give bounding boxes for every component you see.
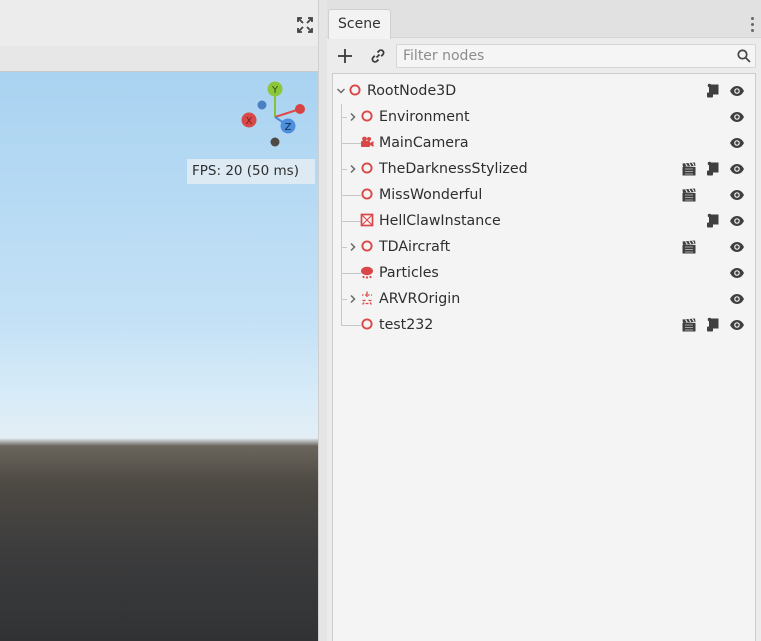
tree-branch-line xyxy=(341,117,347,118)
tree-branch-line xyxy=(341,143,361,144)
clapperboard-icon[interactable] xyxy=(681,187,697,203)
fps-counter: FPS: 20 (50 ms) xyxy=(187,159,315,184)
tree-branch-line xyxy=(341,169,347,170)
scene-dock: Scene RootNode3DEnvironmentMainCameraT xyxy=(327,0,761,641)
script-icon[interactable] xyxy=(705,83,721,99)
tree-node-row[interactable]: ARVROrigin xyxy=(333,286,755,312)
eye-icon[interactable] xyxy=(729,239,745,255)
eye-icon[interactable] xyxy=(729,161,745,177)
node3d-circle-icon xyxy=(360,161,374,175)
tree-branch-line xyxy=(341,325,361,326)
scene-tree: RootNode3D Environment MainCamera TheDarkne… xyxy=(332,73,756,641)
eye-icon[interactable] xyxy=(729,265,745,281)
tree-branch-line xyxy=(341,195,361,196)
viewport-toolbar xyxy=(0,0,318,46)
viewport-panel: X Y Z FPS: 20 (50 ms) xyxy=(0,0,318,641)
clapperboard-icon[interactable] xyxy=(681,317,697,333)
chevron-right-icon[interactable] xyxy=(348,294,358,304)
filter-nodes-input[interactable] xyxy=(403,45,723,67)
link-icon[interactable] xyxy=(368,46,388,66)
mesh-instance-icon xyxy=(360,213,374,227)
tree-node-row[interactable]: TDAircraft xyxy=(333,234,755,260)
tree-branch-line xyxy=(341,299,347,300)
chevron-down-icon[interactable] xyxy=(336,86,346,96)
tab-scene[interactable]: Scene xyxy=(328,9,391,39)
tree-node-row[interactable]: Environment xyxy=(333,104,755,130)
eye-icon[interactable] xyxy=(729,135,745,151)
3d-viewport[interactable]: X Y Z FPS: 20 (50 ms) xyxy=(0,71,318,641)
split-handle[interactable] xyxy=(318,0,327,641)
tree-node-row[interactable]: MissWonderful xyxy=(333,182,755,208)
node3d-circle-icon xyxy=(348,83,362,97)
dock-tab-bar: Scene xyxy=(327,0,761,39)
search-icon xyxy=(736,48,752,64)
tree-node-label: HellClawInstance xyxy=(379,213,501,229)
chevron-right-icon[interactable] xyxy=(348,112,358,122)
tree-node-row[interactable]: HellClawInstance xyxy=(333,208,755,234)
node3d-circle-icon xyxy=(360,109,374,123)
tree-node-label: RootNode3D xyxy=(367,83,457,99)
tree-branch-line xyxy=(341,247,347,248)
script-icon[interactable] xyxy=(705,317,721,333)
eye-icon[interactable] xyxy=(729,109,745,125)
node3d-circle-icon xyxy=(360,239,374,253)
tree-node-row[interactable]: MainCamera xyxy=(333,130,755,156)
chevron-right-icon[interactable] xyxy=(348,164,358,174)
tree-node-label: MissWonderful xyxy=(379,187,483,203)
chevron-right-icon[interactable] xyxy=(348,242,358,252)
tree-node-label: Particles xyxy=(379,265,439,281)
tree-node-row[interactable]: TheDarknessStylized xyxy=(333,156,755,182)
add-node-icon[interactable] xyxy=(335,46,355,66)
filter-field xyxy=(396,44,756,68)
arvr-origin-icon xyxy=(360,291,374,305)
tree-node-row[interactable]: RootNode3D xyxy=(333,78,755,104)
gizmo-z-label: Z xyxy=(285,122,292,133)
gizmo-y-label: Y xyxy=(271,85,279,96)
eye-icon[interactable] xyxy=(729,213,745,229)
gizmo-neg-x-handle xyxy=(295,104,305,114)
script-icon[interactable] xyxy=(705,161,721,177)
tree-branch-line xyxy=(341,273,361,274)
gizmo-x-label: X xyxy=(246,116,253,127)
eye-icon[interactable] xyxy=(729,187,745,203)
tree-node-label: ARVROrigin xyxy=(379,291,461,307)
expand-arrows-icon[interactable] xyxy=(296,16,314,34)
node3d-circle-icon xyxy=(360,187,374,201)
orientation-gizmo[interactable]: X Y Z xyxy=(234,80,314,160)
tree-node-label: TheDarknessStylized xyxy=(379,161,528,177)
tree-branch-line xyxy=(341,221,361,222)
clapperboard-icon[interactable] xyxy=(681,239,697,255)
scene-toolbar xyxy=(327,39,761,72)
script-icon[interactable] xyxy=(705,213,721,229)
tree-node-label: test232 xyxy=(379,317,434,333)
gizmo-neg-y-handle xyxy=(270,137,280,147)
gizmo-neg-z-handle xyxy=(257,100,267,110)
tree-node-label: MainCamera xyxy=(379,135,469,151)
tree-node-row[interactable]: Particles xyxy=(333,260,755,286)
tree-node-label: TDAircraft xyxy=(379,239,451,255)
kebab-menu-icon[interactable] xyxy=(751,17,755,33)
particles-icon xyxy=(360,265,374,279)
eye-icon[interactable] xyxy=(729,83,745,99)
clapperboard-icon[interactable] xyxy=(681,161,697,177)
camera-icon xyxy=(360,135,374,149)
eye-icon[interactable] xyxy=(729,291,745,307)
eye-icon[interactable] xyxy=(729,317,745,333)
tree-node-row[interactable]: test232 xyxy=(333,312,755,338)
tree-node-label: Environment xyxy=(379,109,470,125)
node3d-circle-icon xyxy=(360,317,374,331)
